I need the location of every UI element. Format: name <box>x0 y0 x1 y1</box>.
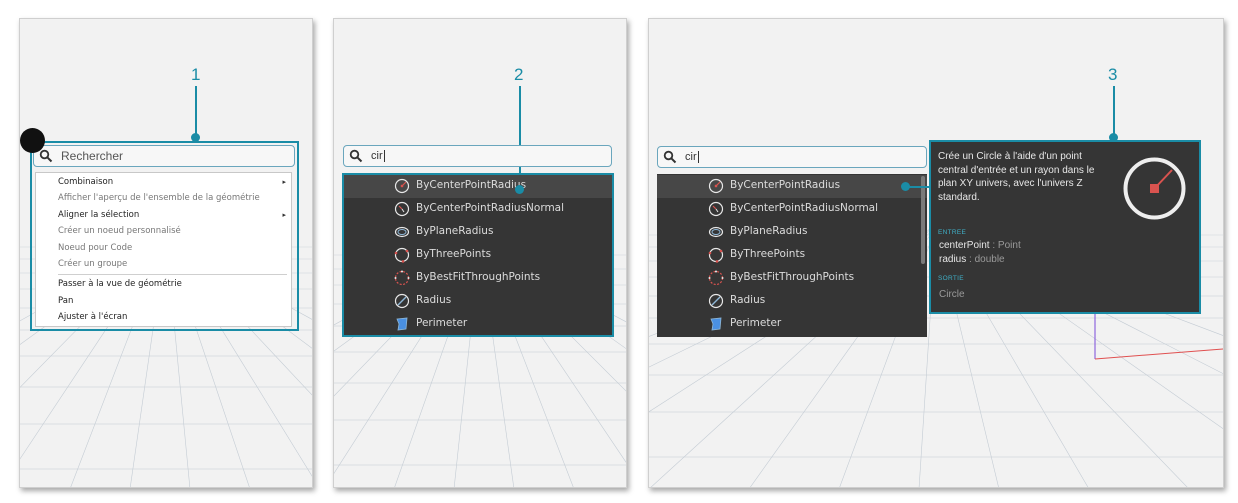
context-menu: Combinaison ▸ Afficher l'aperçu de l'ens… <box>35 172 292 327</box>
submenu-arrow-icon: ▸ <box>282 178 286 186</box>
result-item[interactable]: ByBestFitThroughPoints <box>657 267 927 290</box>
menu-separator <box>58 274 287 275</box>
panel-context-menu: 1 Rechercher Combinaison ▸ Afficher l'ap… <box>19 18 313 488</box>
menu-item-combinaison[interactable]: Combinaison <box>58 177 113 187</box>
result-item[interactable]: ByPlaneRadius <box>657 221 927 244</box>
perimeter-icon <box>710 317 722 331</box>
circle-plane-radius-icon <box>708 226 724 238</box>
result-label: ByPlaneRadius <box>730 225 808 237</box>
result-item[interactable]: Perimeter <box>657 313 927 336</box>
result-label: ByBestFitThroughPoints <box>730 271 855 283</box>
circle-best-fit-icon <box>708 270 724 286</box>
search-box[interactable]: cir <box>343 145 612 167</box>
result-item[interactable]: ByCenterPointRadius <box>657 175 927 198</box>
search-placeholder: Rechercher <box>61 149 124 163</box>
circle-center-radius-normal-icon <box>708 201 724 217</box>
panel-node-tooltip: 3 cir ByCenterPointRadius ByCenterPointR… <box>648 18 1224 488</box>
result-label: ByCenterPointRadiusNormal <box>730 202 879 214</box>
result-item[interactable]: ByThreePoints <box>657 244 927 267</box>
menu-item-geometry-view[interactable]: Passer à la vue de géométrie <box>58 279 182 289</box>
callout-number-3: 3 <box>1108 65 1118 84</box>
result-label: ByThreePoints <box>730 248 806 260</box>
search-box[interactable]: Rechercher <box>33 145 295 167</box>
menu-item-pan[interactable]: Pan <box>58 296 73 306</box>
result-item[interactable]: Radius <box>657 290 927 313</box>
callout-number-2: 2 <box>514 65 524 84</box>
search-icon <box>663 150 677 164</box>
results-scrollbar[interactable] <box>921 176 925 264</box>
menu-item-node-to-code[interactable]: Noeud pour Code <box>58 243 132 253</box>
search-icon <box>349 149 363 163</box>
results-list: ByCenterPointRadius ByCenterPointRadiusN… <box>657 174 927 337</box>
radius-icon <box>708 293 724 309</box>
search-icon <box>39 149 53 163</box>
result-label: Perimeter <box>730 317 782 329</box>
result-label: Radius <box>730 294 766 306</box>
callout-line-3 <box>1113 86 1115 136</box>
menu-item-fit-to-screen[interactable]: Ajuster à l'écran <box>58 312 127 322</box>
cursor-marker <box>20 128 45 153</box>
text-caret <box>383 150 385 162</box>
circle-center-radius-icon <box>708 178 724 194</box>
search-query: cir <box>371 150 383 162</box>
menu-item-align-selection[interactable]: Aligner la sélection <box>58 210 139 220</box>
text-caret <box>697 151 699 163</box>
menu-item-create-custom-node[interactable]: Créer un noeud personnalisé <box>58 226 181 236</box>
submenu-arrow-icon: ▸ <box>282 211 286 219</box>
result-label: ByCenterPointRadius <box>730 179 841 191</box>
circle-three-points-icon <box>708 247 724 263</box>
menu-item-create-group[interactable]: Créer un groupe <box>58 259 127 269</box>
highlight-box-3 <box>929 140 1201 314</box>
callout-number-1: 1 <box>191 65 201 84</box>
result-item[interactable]: ByCenterPointRadiusNormal <box>657 198 927 221</box>
search-query: cir <box>685 151 697 163</box>
callout-dot-row <box>901 182 910 191</box>
callout-line-1 <box>195 86 197 138</box>
panel-search-results: 2 cir ByCenterPointRadius ByCenterPointR… <box>333 18 627 488</box>
search-box[interactable]: cir <box>657 146 927 168</box>
highlight-box-2 <box>342 173 614 337</box>
callout-dot-2 <box>515 185 524 194</box>
menu-item-show-preview[interactable]: Afficher l'aperçu de l'ensemble de la gé… <box>58 193 260 203</box>
